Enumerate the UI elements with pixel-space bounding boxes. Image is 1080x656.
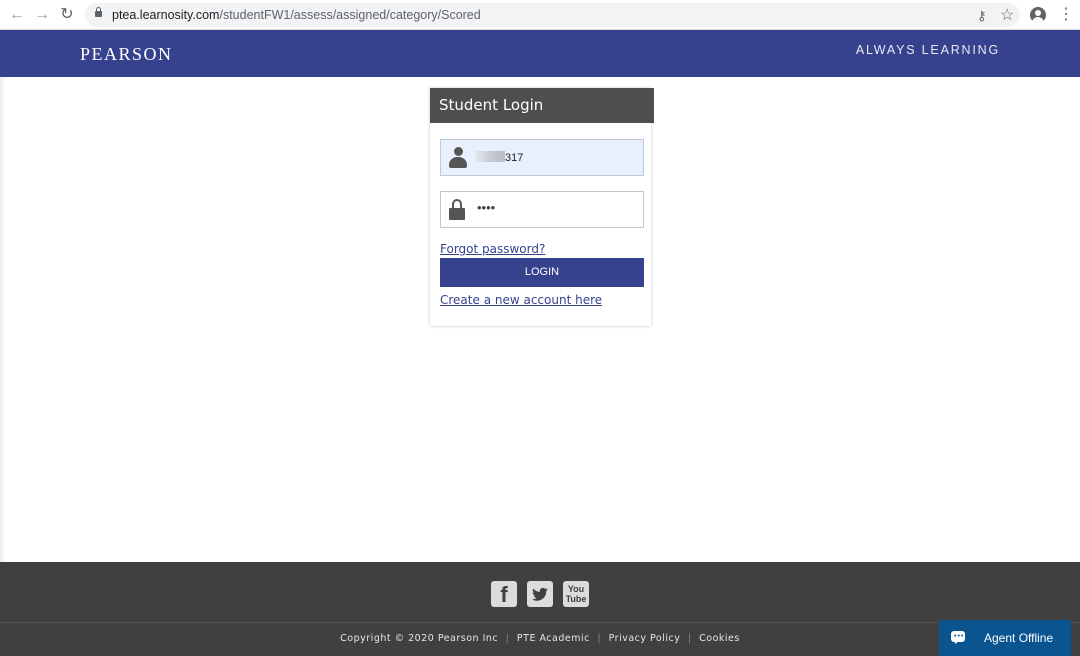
pearson-logo[interactable]: PEARSON [80, 44, 173, 65]
left-shade [0, 77, 6, 562]
twitter-bird-icon [532, 587, 548, 601]
site-header: PEARSON ALWAYS LEARNING [0, 30, 1080, 77]
separator: | [597, 633, 602, 644]
separator: | [687, 633, 692, 644]
account-icon[interactable] [1030, 7, 1046, 23]
bookmark-star-icon[interactable]: ☆ [1000, 5, 1014, 25]
username-value[interactable]: 317 [475, 151, 523, 164]
youtube-icon[interactable]: You Tube [563, 581, 589, 607]
reload-icon[interactable]: ↻ [57, 5, 77, 25]
address-bar[interactable]: ptea.learnosity.com/studentFW1/assess/as… [85, 3, 1020, 27]
create-account-link[interactable]: Create a new account here [440, 293, 602, 307]
pte-academic-link[interactable]: PTE Academic [517, 633, 590, 644]
user-icon [449, 147, 467, 168]
url-text[interactable]: ptea.learnosity.com/studentFW1/assess/as… [112, 8, 481, 22]
twitter-icon[interactable] [527, 581, 553, 607]
back-arrow-icon[interactable]: ← [7, 5, 27, 25]
footer-links: Copyright © 2020 Pearson Inc | PTE Acade… [0, 633, 1080, 644]
username-field[interactable]: 317 [440, 139, 644, 176]
login-card: Student Login 317 •••• Forgot password? … [430, 88, 654, 326]
footer-divider [0, 622, 1080, 623]
site-footer: f You Tube Copyright © 2020 Pearson Inc … [0, 562, 1080, 656]
key-icon[interactable]: ⚷ [977, 8, 987, 24]
privacy-policy-link[interactable]: Privacy Policy [609, 633, 681, 644]
youtube-text-top: You [567, 584, 585, 594]
redacted-block [475, 151, 505, 162]
lock-icon[interactable] [95, 7, 102, 17]
youtube-text-bottom: Tube [565, 594, 587, 604]
cookies-link[interactable]: Cookies [699, 633, 740, 644]
login-title: Student Login [439, 96, 544, 114]
login-card-header: Student Login [430, 88, 654, 123]
forgot-password-link[interactable]: Forgot password? [440, 242, 545, 256]
chat-bubble-icon: ••• [951, 631, 965, 644]
separator: | [505, 633, 510, 644]
forward-arrow-icon[interactable]: → [32, 5, 52, 25]
copyright-text: Copyright © 2020 Pearson Inc [340, 633, 499, 644]
facebook-icon[interactable]: f [491, 581, 517, 607]
chat-widget[interactable]: ••• Agent Offline [939, 620, 1071, 656]
login-button[interactable]: LOGIN [440, 258, 644, 287]
password-field[interactable]: •••• [440, 191, 644, 228]
more-menu-icon[interactable]: ⋮ [1058, 6, 1074, 24]
password-mask[interactable]: •••• [477, 200, 495, 215]
tagline: ALWAYS LEARNING [855, 43, 1000, 57]
chat-status-label[interactable]: Agent Offline [984, 631, 1053, 645]
main-content: Student Login 317 •••• Forgot password? … [0, 77, 1080, 562]
padlock-icon [449, 199, 465, 220]
browser-toolbar: ← → ↻ ptea.learnosity.com/studentFW1/ass… [0, 0, 1080, 30]
